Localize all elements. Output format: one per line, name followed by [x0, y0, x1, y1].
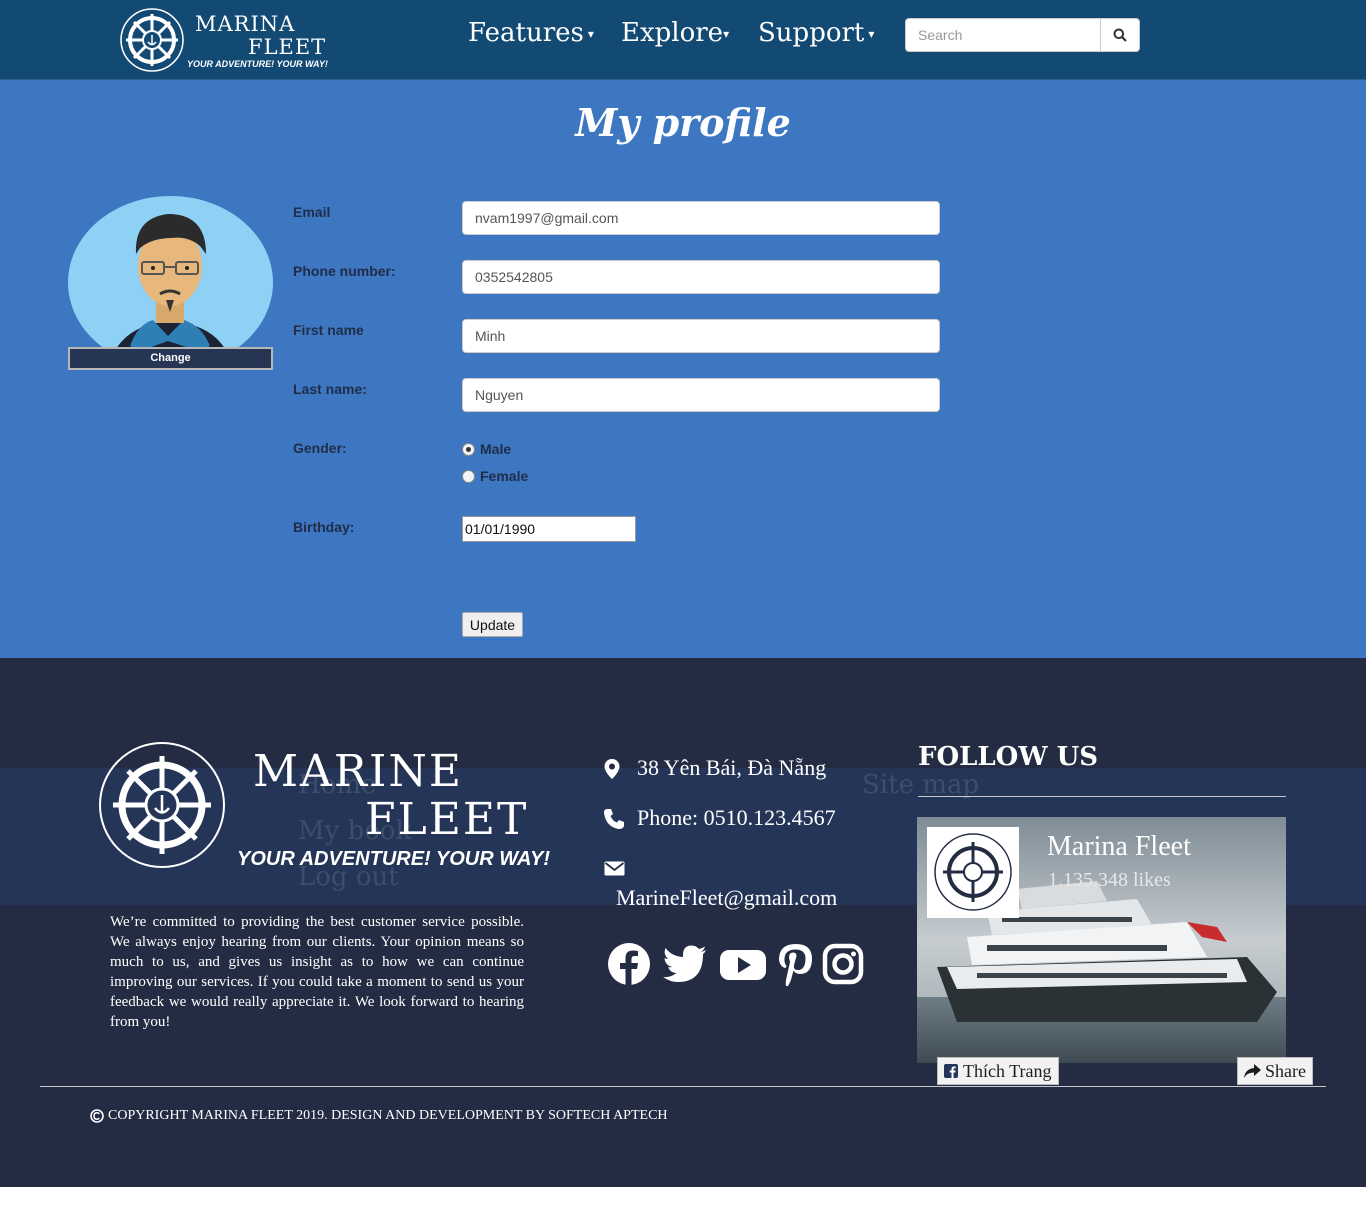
- profile-section: My profile Change Email Phone number: Fi…: [0, 80, 1366, 658]
- update-button[interactable]: Update: [462, 612, 523, 637]
- pinterest-icon[interactable]: [775, 942, 815, 986]
- avatar-illustration: [108, 214, 233, 369]
- phone-field[interactable]: [462, 260, 940, 294]
- page-title: My profile: [575, 100, 791, 145]
- footer-logo: MARINE FLEET YOUR ADVENTURE! YOUR WAY!: [95, 738, 550, 878]
- logo-text-line1: MARINA: [195, 12, 296, 36]
- site-footer: Home My book Log out Site map MARINE FLE…: [0, 658, 1366, 1187]
- search-form: [905, 18, 1140, 52]
- copyright-text: COPYRIGHT MARINA FLEET 2019. DESIGN AND …: [108, 1108, 668, 1123]
- nav-support-label: Support: [758, 18, 865, 48]
- ship-wheel-logo-icon: [99, 742, 225, 868]
- email-label: Email: [293, 204, 331, 220]
- nav-support[interactable]: Support ▾: [758, 18, 874, 48]
- female-radio[interactable]: [462, 469, 475, 483]
- follow-us-heading: FOLLOW US: [918, 742, 1099, 772]
- phone-label: Phone number:: [293, 263, 396, 279]
- copyright: COPYRIGHT MARINA FLEET 2019. DESIGN AND …: [90, 1108, 668, 1124]
- instagram-icon[interactable]: [822, 942, 864, 986]
- male-radio[interactable]: [462, 442, 475, 456]
- twitter-icon[interactable]: [663, 942, 707, 986]
- ship-wheel-logo-icon: [934, 833, 1012, 911]
- search-button[interactable]: [1100, 18, 1140, 52]
- footer-email[interactable]: MarineFleet@gmail.com: [616, 885, 837, 911]
- nav-explore[interactable]: Explore▾: [621, 18, 729, 48]
- last-name-field[interactable]: [462, 378, 940, 412]
- facebook-icon: [944, 1064, 958, 1078]
- footer-logo-tagline: YOUR ADVENTURE! YOUR WAY!: [237, 848, 550, 870]
- first-name-field[interactable]: [462, 319, 940, 353]
- birthday-field[interactable]: [462, 516, 636, 542]
- youtube-icon[interactable]: [719, 942, 767, 986]
- site-logo[interactable]: MARINA FLEET YOUR ADVENTURE! YOUR WAY!: [118, 6, 328, 74]
- fb-like-page-button[interactable]: Thích Trang: [937, 1057, 1059, 1085]
- fb-like-label: Thích Trang: [963, 1060, 1052, 1081]
- footer-logo-line1: MARINE: [253, 746, 463, 797]
- logo-text-line2: FLEET: [248, 35, 327, 59]
- map-marker-icon: [604, 759, 620, 779]
- male-radio-label: Male: [480, 441, 512, 457]
- search-icon: [1113, 28, 1127, 42]
- gender-option-male[interactable]: Male: [462, 441, 511, 457]
- nav-features-label: Features: [468, 18, 584, 48]
- footer-logo-line2: FLEET: [365, 794, 529, 845]
- top-navbar: MARINA FLEET YOUR ADVENTURE! YOUR WAY! F…: [0, 0, 1366, 80]
- fb-page-name[interactable]: Marina Fleet: [1047, 831, 1191, 863]
- search-input[interactable]: [905, 18, 1101, 52]
- phone-icon: [604, 809, 624, 829]
- nav-explore-label: Explore: [621, 18, 724, 48]
- envelope-icon: [604, 861, 625, 876]
- change-avatar-button[interactable]: Change: [68, 347, 273, 370]
- email-field[interactable]: [462, 201, 940, 235]
- last-name-label: Last name:: [293, 381, 367, 397]
- caret-down-icon: ▾: [587, 27, 594, 41]
- female-radio-label: Female: [480, 468, 529, 484]
- footer-address: 38 Yên Bái, Đà Nẵng: [637, 755, 827, 780]
- gender-option-female[interactable]: Female: [462, 468, 528, 484]
- follow-divider: [918, 796, 1286, 797]
- facebook-page-widget[interactable]: Marina Fleet 1.135.348 likes: [917, 817, 1286, 1063]
- gender-label: Gender:: [293, 440, 347, 456]
- birthday-label: Birthday:: [293, 519, 355, 535]
- fb-page-likes: 1.135.348 likes: [1048, 869, 1171, 891]
- logo-tagline: YOUR ADVENTURE! YOUR WAY!: [187, 59, 328, 69]
- fb-share-button[interactable]: Share: [1237, 1057, 1313, 1085]
- fb-share-label: Share: [1265, 1060, 1306, 1081]
- fb-page-avatar: [927, 827, 1019, 918]
- caret-down-icon: ▾: [723, 27, 730, 41]
- facebook-icon[interactable]: [607, 942, 651, 986]
- first-name-label: First name: [293, 322, 364, 338]
- nav-features[interactable]: Features ▾: [468, 18, 594, 48]
- caret-down-icon: ▾: [868, 27, 875, 41]
- copyright-divider: [40, 1086, 1326, 1087]
- copyright-icon: [90, 1109, 104, 1123]
- ship-wheel-logo-icon: [120, 8, 184, 72]
- share-icon: [1244, 1064, 1261, 1078]
- avatar: [68, 196, 273, 369]
- about-text: We’re committed to providing the best cu…: [110, 914, 524, 1030]
- footer-phone: Phone: 0510.123.4567: [637, 805, 836, 830]
